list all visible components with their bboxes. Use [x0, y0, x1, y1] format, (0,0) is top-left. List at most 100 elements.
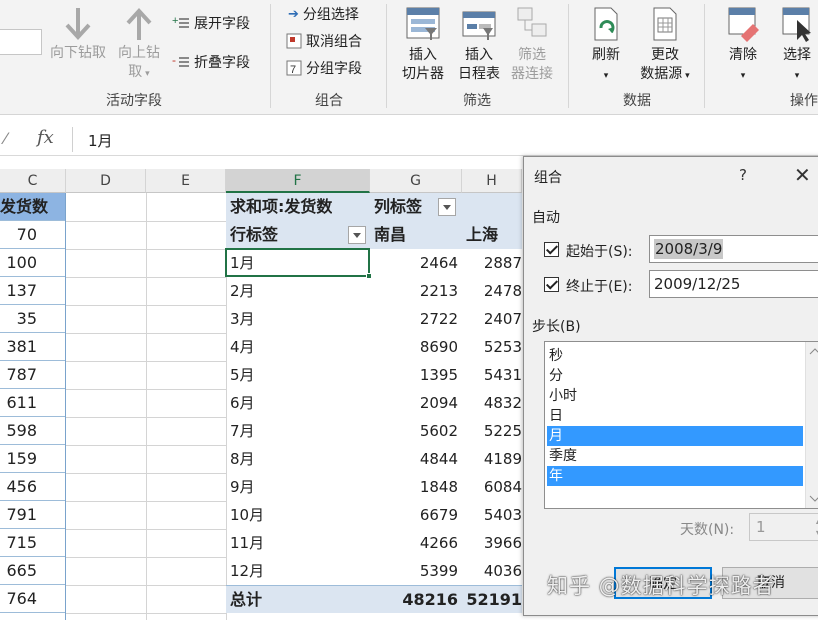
column-c-header-cell[interactable]: 发货数 — [0, 193, 65, 221]
column-c-cell[interactable]: 598 — [0, 417, 65, 445]
column-c-cell[interactable]: 100 — [0, 249, 65, 277]
auto-section-label: 自动 — [532, 210, 560, 226]
step-option[interactable]: 季度 — [547, 446, 803, 466]
column-header-f[interactable]: F — [226, 169, 370, 193]
column-c-cell[interactable]: 611 — [0, 389, 65, 417]
pivot-row-label[interactable]: 6月 — [230, 389, 360, 417]
pivot-cell-col2[interactable]: 4189 — [466, 445, 522, 473]
step-option[interactable]: 月 — [547, 426, 803, 446]
insert-timeline-button[interactable]: 插入 日程表 — [452, 6, 506, 84]
end-date-input[interactable]: 2009/12/25 — [649, 270, 818, 298]
column-c-cell[interactable]: 381 — [0, 333, 65, 361]
pivot-cell-col1[interactable]: 6679 — [374, 501, 458, 529]
step-listbox[interactable]: 秒分小时日月季度年 — [544, 341, 818, 509]
pivot-row-label[interactable]: 9月 — [230, 473, 360, 501]
column-header-h[interactable]: H — [462, 169, 522, 193]
step-option[interactable]: 日 — [547, 406, 803, 426]
days-stepper[interactable]: 1 ▲▼ — [749, 513, 818, 541]
pivot-cell-col1[interactable]: 4844 — [374, 445, 458, 473]
pivot-cell-col1[interactable]: 8690 — [374, 333, 458, 361]
pivot-cell-col2[interactable]: 2478 — [466, 277, 522, 305]
pivot-cell-col2[interactable]: 2407 — [466, 305, 522, 333]
step-option[interactable]: 年 — [547, 466, 803, 486]
start-date-input[interactable]: 2008/3/9 — [649, 235, 818, 263]
formula-input[interactable]: 1月 — [88, 130, 113, 151]
pivot-cell-col1[interactable]: 2722 — [374, 305, 458, 333]
refresh-button[interactable]: 刷新 ▾ — [584, 6, 628, 86]
pivot-cell-col1[interactable]: 1395 — [374, 361, 458, 389]
slicer-icon — [406, 7, 440, 40]
pivot-row-label[interactable]: 10月 — [230, 501, 360, 529]
help-icon[interactable]: ? — [739, 166, 747, 184]
drill-down-button[interactable]: 向下钻取 — [46, 6, 110, 63]
pivot-cell-col2[interactable]: 3966 — [466, 529, 522, 557]
column-header-c[interactable]: C — [0, 169, 66, 193]
insert-slicer-button[interactable]: 插入 切片器 — [396, 6, 450, 84]
end-checkbox[interactable] — [544, 277, 559, 292]
group-selection-button[interactable]: ➔ 分组选择 — [288, 4, 359, 24]
change-data-source-button[interactable]: 更改 数据源 ▾ — [632, 6, 698, 86]
formula-cancel-icon[interactable]: ⁄ — [4, 129, 7, 148]
column-c-cell[interactable]: 159 — [0, 445, 65, 473]
column-header-e[interactable]: E — [146, 169, 226, 193]
ungroup-button[interactable]: 取消组合 — [286, 31, 362, 51]
expand-field-button[interactable]: + 展开字段 — [172, 13, 250, 33]
pivot-cell-col1[interactable]: 1848 — [374, 473, 458, 501]
listbox-scrollbar[interactable] — [805, 342, 818, 508]
chevron-down-icon[interactable] — [806, 492, 818, 506]
pivot-cell-col1[interactable]: 5602 — [374, 417, 458, 445]
pivot-cell-col2[interactable]: 5225 — [466, 417, 522, 445]
column-c-cell[interactable]: 137 — [0, 277, 65, 305]
ribbon: 向下钻取 向上钻 取 ▾ + 展开字段 - 折叠字段 活动字段 ➔ 分组选择 取… — [0, 0, 818, 115]
chevron-up-icon[interactable] — [806, 344, 818, 358]
col-labels-filter-button[interactable] — [438, 198, 456, 216]
pivot-row-label[interactable]: 5月 — [230, 361, 360, 389]
column-c-cell[interactable]: 456 — [0, 473, 65, 501]
column-c-cell[interactable]: 35 — [0, 305, 65, 333]
collapse-field-button[interactable]: - 折叠字段 — [172, 52, 250, 72]
step-option[interactable]: 秒 — [547, 346, 803, 366]
column-c-cell[interactable]: 715 — [0, 529, 65, 557]
column-header-d[interactable]: D — [66, 169, 146, 193]
function-icon[interactable]: fx — [37, 127, 54, 148]
step-option[interactable]: 分 — [547, 366, 803, 386]
select-button[interactable]: 选择 ▾ — [772, 6, 818, 86]
pivot-cell-col1[interactable]: 2464 — [374, 249, 458, 277]
column-c-cell[interactable]: 764 — [0, 585, 65, 613]
pivot-row-label[interactable]: 12月 — [230, 557, 360, 585]
pivot-cell-col2[interactable]: 4036 — [466, 557, 522, 585]
pivot-cell-col1[interactable]: 4266 — [374, 529, 458, 557]
filter-connections-button[interactable]: 筛选 器连接 — [506, 6, 558, 84]
step-option[interactable]: 小时 — [547, 386, 803, 406]
pivot-cell-col2[interactable]: 5431 — [466, 361, 522, 389]
group-field-button[interactable]: 7 分组字段 — [286, 58, 362, 78]
pivot-cell-col2[interactable]: 5403 — [466, 501, 522, 529]
pivot-row-label[interactable]: 7月 — [230, 417, 360, 445]
fill-handle[interactable] — [366, 273, 372, 279]
column-c-cell[interactable]: 791 — [0, 501, 65, 529]
active-field-input[interactable] — [0, 29, 42, 55]
pivot-row-label[interactable]: 8月 — [230, 445, 360, 473]
pivot-cell-col2[interactable]: 6084 — [466, 473, 522, 501]
pivot-cell-col2[interactable]: 5253 — [466, 333, 522, 361]
row-labels-filter-button[interactable] — [348, 226, 366, 244]
close-icon[interactable]: ✕ — [794, 163, 811, 187]
filter-connections-label-1: 筛选 — [518, 47, 546, 63]
pivot-cell-col1[interactable]: 5399 — [374, 557, 458, 585]
clear-button[interactable]: 清除 ▾ — [718, 6, 768, 86]
gridline — [66, 613, 226, 614]
column-c-cell[interactable]: 787 — [0, 361, 65, 389]
column-header-g[interactable]: G — [370, 169, 462, 193]
pivot-cell-col2[interactable]: 2887 — [466, 249, 522, 277]
column-c-cell[interactable]: 665 — [0, 557, 65, 585]
drill-up-button[interactable]: 向上钻 取 ▾ — [114, 6, 164, 84]
pivot-row-label[interactable]: 11月 — [230, 529, 360, 557]
pivot-cell-col1[interactable]: 2094 — [374, 389, 458, 417]
pivot-row-label[interactable]: 3月 — [230, 305, 360, 333]
pivot-row-label[interactable]: 4月 — [230, 333, 360, 361]
pivot-cell-col1[interactable]: 2213 — [374, 277, 458, 305]
pivot-cell-col2[interactable]: 4832 — [466, 389, 522, 417]
column-c-cell[interactable]: 70 — [0, 221, 65, 249]
pivot-row-label[interactable]: 2月 — [230, 277, 360, 305]
start-checkbox[interactable] — [544, 242, 559, 257]
